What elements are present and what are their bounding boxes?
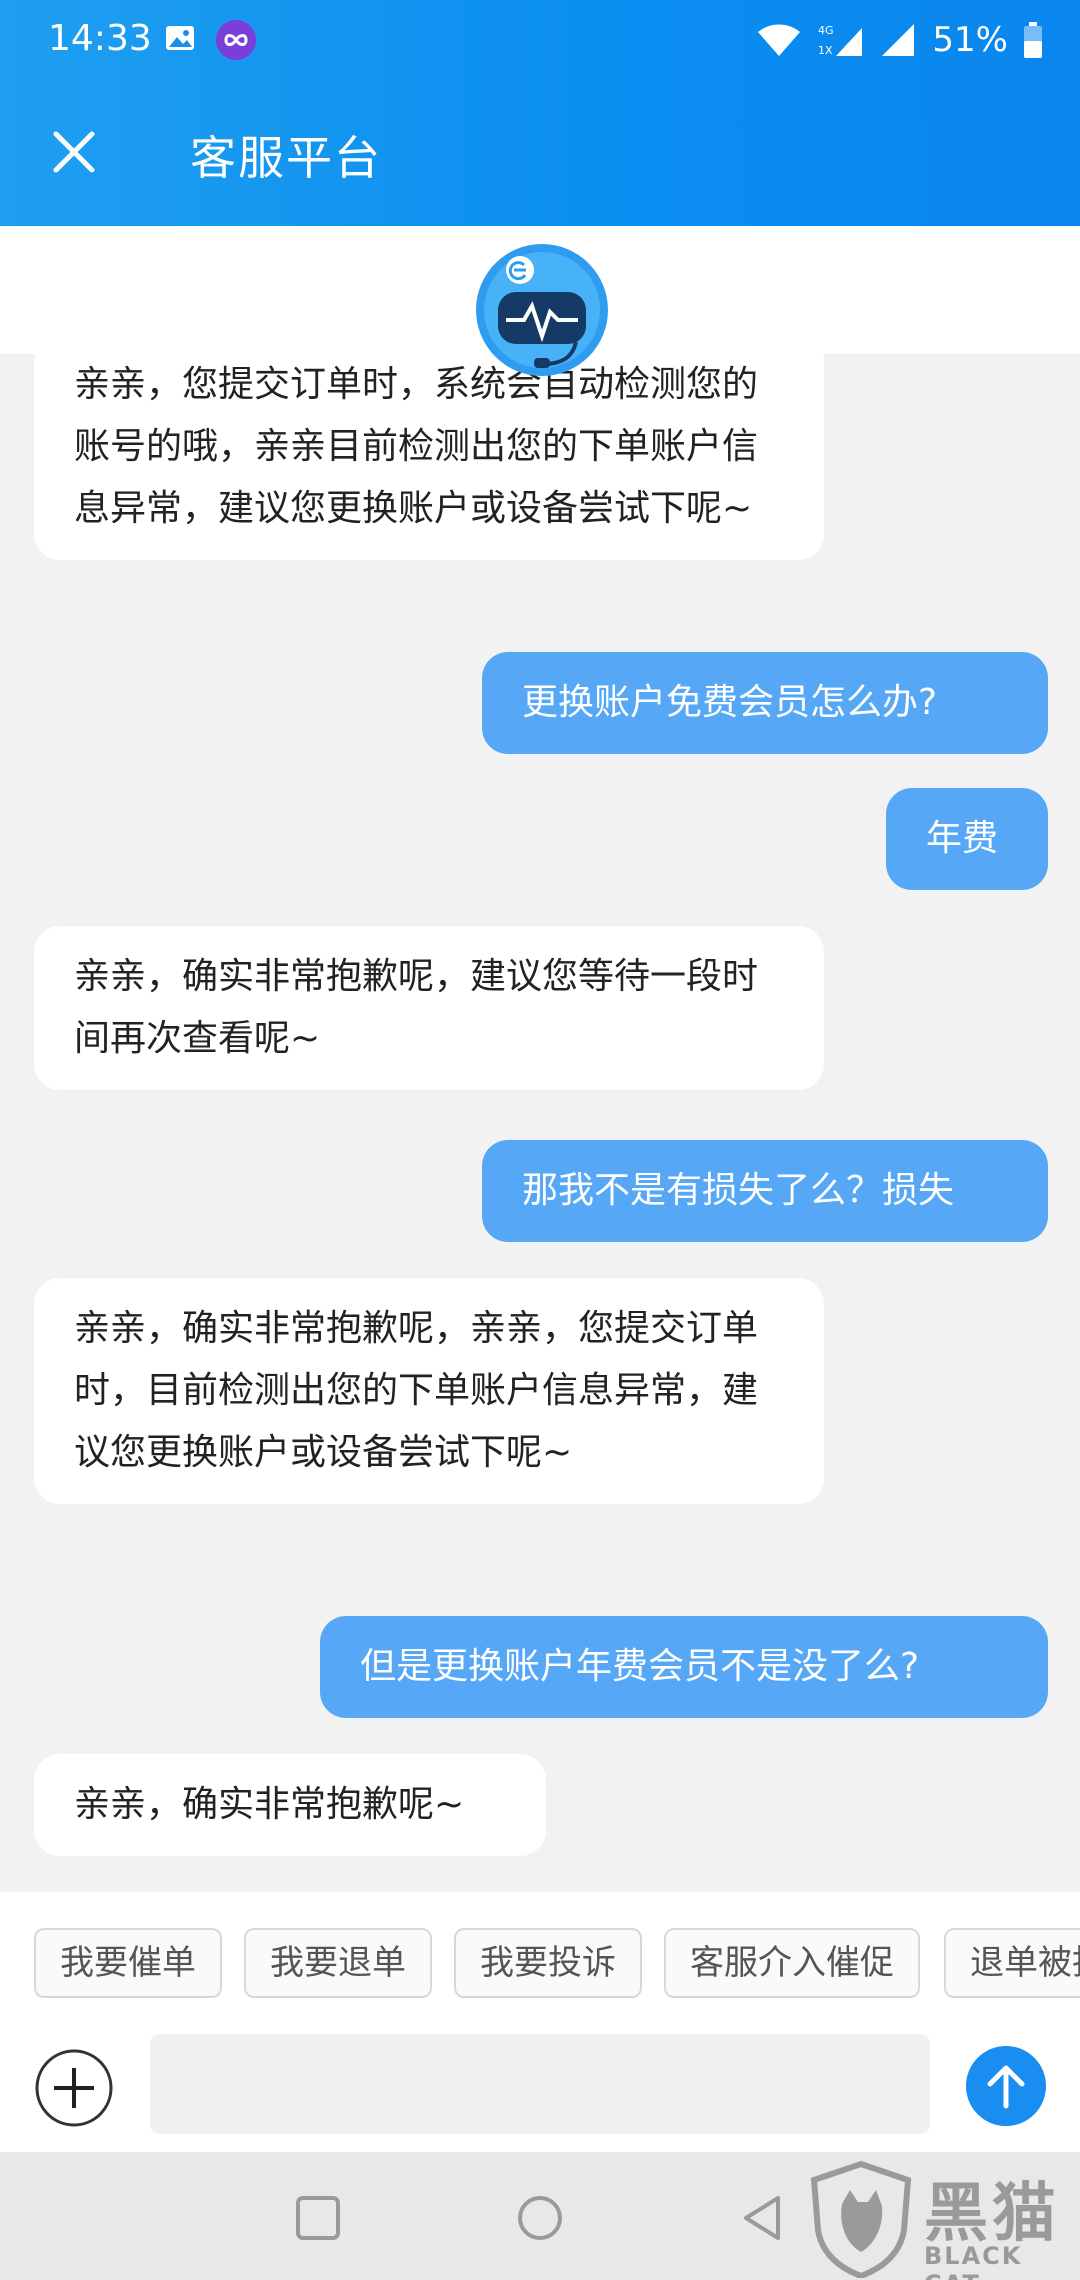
quick-reply-chip[interactable]: 我要投诉	[454, 1928, 642, 1998]
wifi-icon	[758, 24, 801, 56]
message-bubble-left: 亲亲，确实非常抱歉呢~	[34, 1754, 546, 1856]
chat-list[interactable]: 亲亲，您提交订单时，系统会自动检测您的账号的哦，亲亲目前检测出您的下单账户信息异…	[0, 354, 1080, 1892]
status-bar: 14:33 4G 1X 51%	[0, 0, 1080, 80]
page-title: 客服平台	[190, 131, 382, 185]
message-bubble-right: 年费	[886, 788, 1048, 890]
header: 14:33 4G 1X 51% 客服平台	[0, 0, 1080, 226]
send-icon[interactable]	[966, 2046, 1046, 2126]
message-bubble-right: 更换账户免费会员怎么办?	[482, 652, 1048, 754]
network-sub-label: 1X	[818, 44, 833, 57]
battery-icon	[1024, 22, 1042, 58]
message-bubble-right: 但是更换账户年费会员不是没了么?	[320, 1616, 1048, 1718]
network-label: 4G	[818, 24, 834, 37]
bot-avatar-icon	[476, 244, 608, 376]
watermark-text-en: BLACK CAT	[924, 2242, 1023, 2280]
plus-icon[interactable]	[34, 2048, 114, 2128]
message-bubble-left: 亲亲，确实非常抱歉呢，建议您等待一段时间再次查看呢~	[34, 926, 824, 1090]
message-bubble-left: 亲亲，您提交订单时，系统会自动检测您的账号的哦，亲亲目前检测出您的下单账户信息异…	[34, 354, 824, 560]
watermark-text-cn: 黑猫	[924, 2177, 1060, 2251]
status-right: 4G 1X 51%	[754, 16, 1044, 64]
quick-reply-chip[interactable]: 我要催单	[34, 1928, 222, 1998]
back-icon[interactable]	[732, 2188, 792, 2248]
signal-icon	[882, 24, 915, 56]
status-time: 14:33	[48, 18, 152, 59]
title-bar: 客服平台	[0, 100, 1080, 210]
home-icon[interactable]	[510, 2188, 570, 2248]
quick-reply-chip[interactable]: 我要退单	[244, 1928, 432, 1998]
signal-4g-icon: 4G 1X	[818, 24, 863, 57]
black-cat-shield-logo	[810, 2160, 912, 2278]
battery-percent: 51%	[932, 20, 1008, 60]
app-root: 14:33 4G 1X 51% 客服平台 亲亲，您提交订单时，系统会自动检测您的…	[0, 0, 1080, 2280]
image-icon	[166, 26, 194, 50]
quick-reply-bar: 我要催单 我要退单 我要投诉 客服介入催促 退单被拒	[0, 1892, 1080, 2016]
black-cat-watermark: 黑猫 BLACK CAT	[806, 2160, 1080, 2280]
message-bubble-right: 那我不是有损失了么？损失	[482, 1140, 1048, 1242]
infinity-app-icon	[216, 20, 256, 60]
message-input[interactable]	[150, 2034, 930, 2134]
message-bubble-left: 亲亲，确实非常抱歉呢，亲亲，您提交订单时，目前检测出您的下单账户信息异常，建议您…	[34, 1278, 824, 1504]
input-bar	[0, 2016, 1080, 2152]
quick-reply-chip[interactable]: 客服介入催促	[664, 1928, 920, 1998]
close-icon[interactable]	[42, 120, 106, 184]
quick-reply-chip[interactable]: 退单被拒	[944, 1928, 1080, 1998]
recents-icon[interactable]	[288, 2188, 348, 2248]
